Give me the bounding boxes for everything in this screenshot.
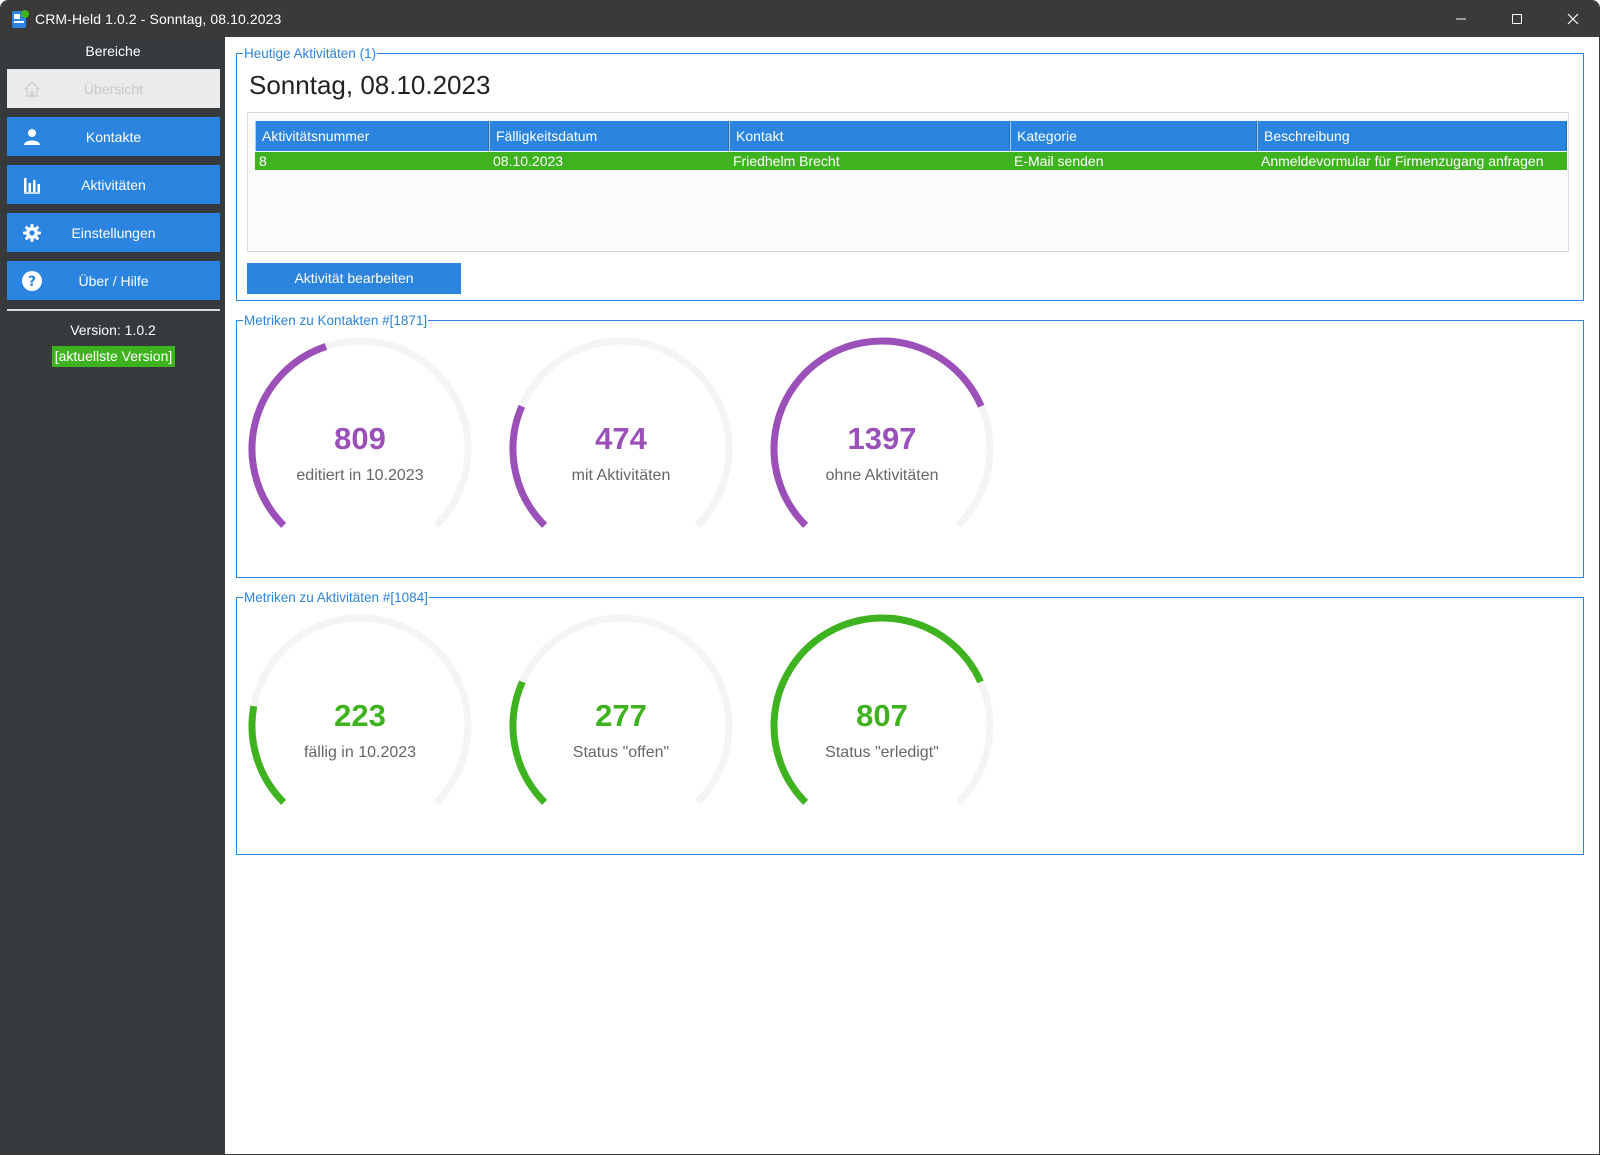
chart-icon [21,174,43,196]
gauge-value: 223 [334,698,386,733]
sidebar-item-kontakte[interactable]: Kontakte [7,117,220,156]
gauge: 223 fällig in 10.2023 [240,610,480,830]
sidebar-item-label: Kontakte [85,128,142,145]
maximize-button[interactable] [1489,1,1545,37]
column-header[interactable]: Kategorie [1010,121,1257,151]
gauge-value: 1397 [847,421,917,456]
minimize-button[interactable] [1433,1,1489,37]
sidebar-item-uebersicht[interactable]: Übersicht [7,69,220,108]
sidebar-header: Bereiche [85,43,141,59]
column-header[interactable]: Kontakt [729,121,1010,151]
sidebar-item-label: Über / Hilfe [78,272,149,289]
table-header: Aktivitätsnummer Fälligkeitsdatum Kontak… [255,121,1567,151]
sidebar-item-label: Übersicht [83,80,144,97]
window-title: CRM-Held 1.0.2 - Sonntag, 08.10.2023 [35,11,282,27]
group-title: Metriken zu Kontakten #[1871] [243,313,429,328]
sidebar-divider [7,309,220,311]
table-cell: Friedhelm Brecht [733,153,840,169]
sidebar-item-label: Aktivitäten [81,176,146,193]
close-icon [1567,13,1579,25]
svg-text:?: ? [28,274,36,290]
sidebar: Bereiche Übersicht Kontakte Aktivitäten … [1,37,225,1154]
gauge-value: 809 [334,421,386,456]
table-cell: Anmeldevormular für Firmenzugang anfrage… [1261,153,1544,169]
sidebar-item-einstellungen[interactable]: Einstellungen [7,213,220,252]
version-text: Version: 1.0.2 [70,322,156,338]
column-header[interactable]: Fälligkeitsdatum [489,121,729,151]
gauge: 807 Status "erledigt" [762,610,1002,830]
maximize-icon [1512,14,1522,24]
home-icon [21,78,43,100]
table-cell: 08.10.2023 [493,153,564,169]
title-bar: CRM-Held 1.0.2 - Sonntag, 08.10.2023 [1,1,1599,37]
table-cell: 8 [259,153,267,169]
app-icon [11,9,29,29]
sidebar-item-label: Einstellungen [71,224,156,241]
date-heading: Sonntag, 08.10.2023 [249,70,491,100]
gauge-label: Status "offen" [572,744,670,761]
gauge: 474 mit Aktivitäten [501,333,741,553]
group-title: Heutige Aktivitäten (1) [243,46,378,61]
table-row[interactable]: 8 08.10.2023 Friedhelm Brecht E-Mail sen… [255,152,1567,170]
person-icon [21,126,43,148]
help-icon: ? [21,270,43,292]
gauge-label: ohne Aktivitäten [825,467,939,484]
column-header[interactable]: Beschreibung [1257,121,1567,151]
table-cell: E-Mail senden [1014,153,1104,169]
group-title: Metriken zu Aktivitäten #[1084] [243,590,429,605]
app-window: CRM-Held 1.0.2 - Sonntag, 08.10.2023 Ber… [0,0,1600,1155]
contact-metrics-group: Metriken zu Kontakten #[1871] 809 editie… [236,313,1584,578]
sidebar-item-hilfe[interactable]: ? Über / Hilfe [7,261,220,300]
gauge-label: mit Aktivitäten [571,467,671,484]
edit-activity-button[interactable]: Aktivität bearbeiten [247,263,461,294]
gauge-label: Status "erledigt" [825,744,939,761]
activities-table: Aktivitätsnummer Fälligkeitsdatum Kontak… [247,112,1569,252]
column-header[interactable]: Aktivitätsnummer [255,121,489,151]
gauge: 809 editiert in 10.2023 [240,333,480,553]
version-status-badge: [aktuellste Version] [52,346,175,367]
close-button[interactable] [1545,1,1599,37]
today-activities-group: Heutige Aktivitäten (1) Sonntag, 08.10.2… [236,46,1584,301]
gauge-label: editiert in 10.2023 [296,467,424,484]
gauge-value: 277 [595,698,647,733]
minimize-icon [1456,18,1466,20]
gauge-label: fällig in 10.2023 [303,744,417,761]
gauge-value: 807 [856,698,908,733]
gauge: 1397 ohne Aktivitäten [762,333,1002,553]
sidebar-item-aktivitaeten[interactable]: Aktivitäten [7,165,220,204]
gauge: 277 Status "offen" [501,610,741,830]
activity-metrics-group: Metriken zu Aktivitäten #[1084] 223 fäll… [236,590,1584,855]
gear-icon [21,222,43,244]
gauge-value: 474 [595,421,647,456]
